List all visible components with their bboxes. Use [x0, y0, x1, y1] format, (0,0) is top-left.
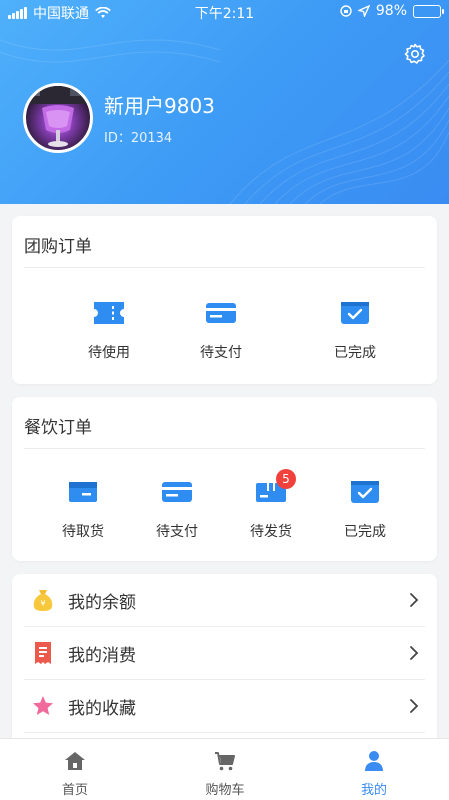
chevron-right-icon	[410, 699, 419, 713]
card-icon	[162, 482, 192, 502]
divider	[24, 448, 425, 449]
status-bar: 中国联通 下午2:11 98%	[0, 0, 449, 24]
location-icon	[357, 5, 370, 17]
order-label: 待发货	[250, 524, 292, 540]
food-order-completed[interactable]: 已完成	[320, 479, 410, 541]
menu-label: 我的消费	[68, 645, 136, 666]
order-label: 待使用	[88, 345, 130, 361]
tab-mine[interactable]: 我的	[299, 739, 449, 800]
account-menu-card: ¥ 我的余额 我的消费 我的收藏	[12, 574, 437, 754]
order-label: 待支付	[200, 345, 242, 361]
order-label: 已完成	[344, 524, 386, 540]
avatar-image	[26, 86, 90, 147]
menu-label: 我的收藏	[68, 698, 136, 719]
star-icon	[33, 696, 53, 715]
order-label: 待取货	[62, 524, 104, 540]
group-orders-title: 团购订单	[24, 237, 92, 257]
box-icon	[69, 482, 97, 502]
check-box-icon	[351, 481, 379, 503]
card-icon	[206, 303, 236, 323]
tab-label: 我的	[360, 783, 387, 798]
food-order-pending-pickup[interactable]: 待取货	[38, 479, 128, 541]
user-icon	[365, 751, 383, 771]
user-id: ID：20134	[104, 131, 173, 146]
package-icon-wrap: 5	[254, 469, 296, 505]
battery-percent: 98%	[375, 3, 407, 19]
divider	[24, 267, 425, 268]
profile-header: 中国联通 下午2:11 98% 新用户9803 ID：20134	[0, 0, 449, 204]
food-orders-title: 餐饮订单	[24, 418, 92, 438]
tab-home[interactable]: 首页	[0, 739, 150, 800]
divider	[24, 732, 425, 733]
cart-icon	[215, 752, 235, 771]
menu-item-balance[interactable]: ¥ 我的余额	[24, 574, 425, 626]
menu-item-consumption[interactable]: 我的消费	[24, 627, 425, 679]
tab-label: 购物车	[205, 783, 245, 798]
rotation-lock-icon	[340, 5, 352, 17]
group-orders-card: 团购订单 待使用 待支付 已完成	[12, 216, 437, 384]
food-order-pending-shipment[interactable]: 5 待发货	[226, 469, 316, 541]
menu-label: 我的余额	[68, 592, 136, 613]
food-orders-card: 餐饮订单 待取货 待支付 5 待发货 已完成	[12, 397, 437, 561]
food-order-pending-payment[interactable]: 待支付	[132, 479, 222, 541]
ticket-icon	[94, 302, 124, 324]
tab-cart[interactable]: 购物车	[150, 739, 300, 800]
home-icon	[65, 752, 85, 770]
chevron-right-icon	[410, 593, 419, 607]
group-order-pending-payment[interactable]: 待支付	[176, 300, 266, 362]
group-order-completed[interactable]: 已完成	[310, 300, 400, 362]
check-box-icon	[341, 302, 369, 324]
money-bag-icon: ¥	[33, 590, 53, 611]
order-label: 待支付	[156, 524, 198, 540]
receipt-icon	[35, 642, 51, 664]
order-label: 已完成	[334, 345, 376, 361]
order-count-badge: 5	[276, 469, 296, 489]
avatar[interactable]	[23, 83, 93, 153]
battery-icon	[413, 4, 444, 18]
chevron-right-icon	[410, 646, 419, 660]
settings-gear-icon[interactable]	[403, 42, 427, 66]
group-order-pending-use[interactable]: 待使用	[64, 300, 154, 362]
tab-bar: 首页 购物车 我的	[0, 738, 449, 800]
username: 新用户9803	[104, 94, 215, 118]
svg-text:¥: ¥	[40, 599, 45, 608]
menu-item-favorites[interactable]: 我的收藏	[24, 680, 425, 732]
tab-label: 首页	[61, 783, 88, 798]
